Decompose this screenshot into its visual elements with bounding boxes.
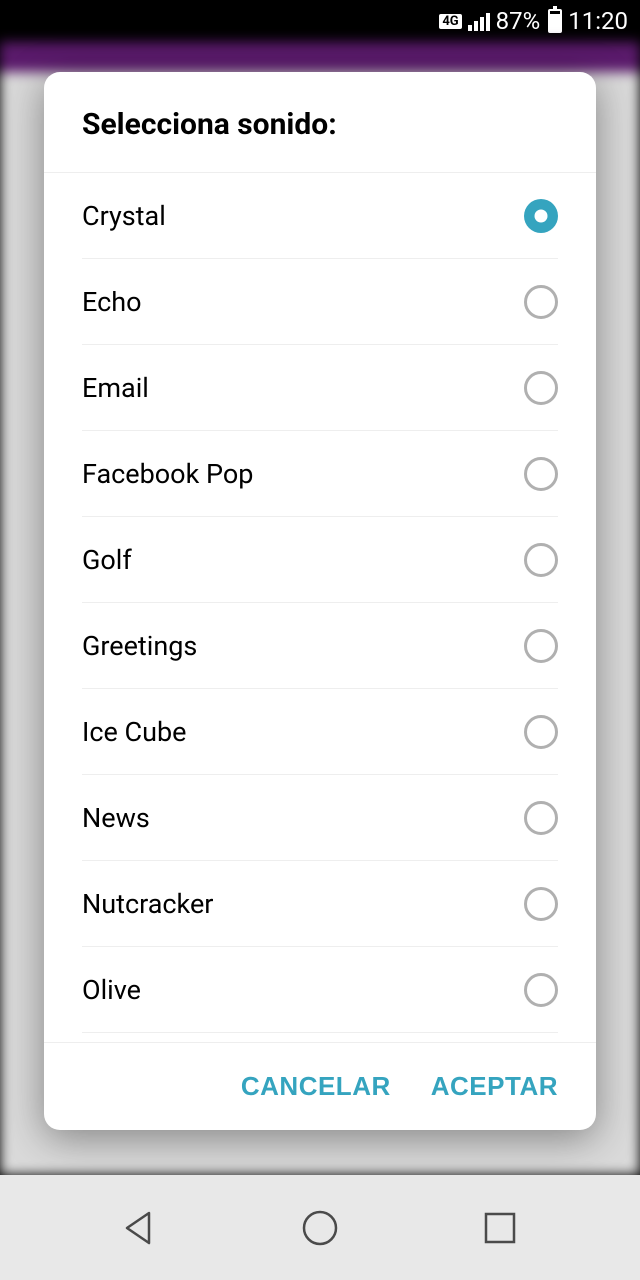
radio-icon[interactable] <box>524 629 558 663</box>
radio-icon[interactable] <box>524 801 558 835</box>
sound-option-row[interactable]: Email <box>82 345 558 431</box>
sound-option-label: Ice Cube <box>82 716 186 748</box>
status-bar: 4G 87% 11:20 <box>0 0 640 42</box>
sound-select-dialog: Selecciona sonido: Crystal Echo Email Faceb… <box>44 72 596 1130</box>
dialog-actions: CANCELAR ACEPTAR <box>44 1042 596 1130</box>
sound-option-label: Email <box>82 372 149 404</box>
battery-percent: 87% <box>496 7 541 35</box>
sound-option-label: Crystal <box>82 200 166 232</box>
back-button[interactable] <box>119 1207 161 1249</box>
sound-option-row[interactable]: Ice Cube <box>82 689 558 775</box>
sound-option-label: Greetings <box>82 630 197 662</box>
sound-option-row[interactable]: Echo <box>82 259 558 345</box>
sound-option-row[interactable]: Golf <box>82 517 558 603</box>
radio-icon[interactable] <box>524 457 558 491</box>
sound-option-row[interactable]: Nutcracker <box>82 861 558 947</box>
network-4g-icon: 4G <box>439 14 461 29</box>
home-button[interactable] <box>299 1207 341 1249</box>
sound-option-row[interactable]: Facebook Pop <box>82 431 558 517</box>
sound-option-row[interactable]: Greetings <box>82 603 558 689</box>
radio-icon[interactable] <box>524 285 558 319</box>
sound-option-label: Olive <box>82 974 141 1006</box>
radio-icon[interactable] <box>524 371 558 405</box>
signal-icon <box>468 11 490 31</box>
radio-icon[interactable] <box>524 887 558 921</box>
sound-option-row[interactable]: Olive <box>82 947 558 1033</box>
sound-option-list[interactable]: Crystal Echo Email Facebook Pop Golf Greeting… <box>44 173 596 1042</box>
sound-option-row[interactable]: News <box>82 775 558 861</box>
radio-icon[interactable] <box>524 973 558 1007</box>
sound-option-label: Golf <box>82 544 132 576</box>
sound-option-label: Facebook Pop <box>82 458 253 490</box>
sound-option-label: News <box>82 802 150 834</box>
sound-option-label: Nutcracker <box>82 888 213 920</box>
radio-icon[interactable] <box>524 715 558 749</box>
dialog-title: Selecciona sonido: <box>44 72 596 173</box>
recent-button[interactable] <box>479 1207 521 1249</box>
nav-bar <box>0 1175 640 1280</box>
battery-icon <box>548 9 562 33</box>
radio-icon[interactable] <box>524 199 558 233</box>
cancel-button[interactable]: CANCELAR <box>241 1071 391 1102</box>
clock: 11:20 <box>568 7 628 35</box>
sound-option-label: Echo <box>82 286 142 318</box>
sound-option-row[interactable]: Crystal <box>82 173 558 259</box>
accept-button[interactable]: ACEPTAR <box>431 1071 558 1102</box>
radio-icon[interactable] <box>524 543 558 577</box>
